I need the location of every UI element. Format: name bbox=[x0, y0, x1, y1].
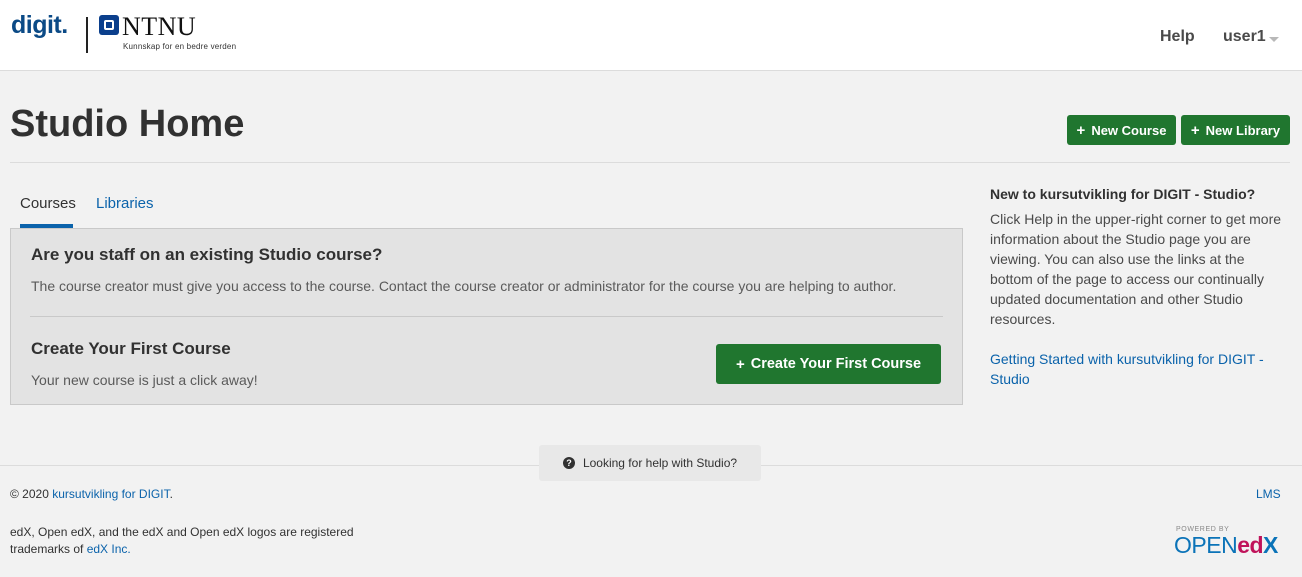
user-menu[interactable]: user1 bbox=[1223, 28, 1266, 46]
site-link[interactable]: kursutvikling for DIGIT bbox=[52, 487, 169, 501]
help-link[interactable]: Help bbox=[1160, 28, 1195, 46]
question-circle-icon: ? bbox=[562, 457, 575, 469]
tab-courses[interactable]: Courses bbox=[20, 195, 76, 212]
new-library-label: New Library bbox=[1205, 122, 1281, 138]
staff-text: The course creator must give you access … bbox=[31, 278, 897, 294]
copyright: © 2020 kursutvikling for DIGIT. bbox=[10, 487, 173, 501]
create-first-course-label: Create Your First Course bbox=[750, 356, 922, 372]
staff-heading: Are you staff on an existing Studio cour… bbox=[31, 245, 383, 264]
sidebar-text: Click Help in the upper-right corner to … bbox=[990, 211, 1282, 327]
site-header: digit. NTNU Kunnskap for en bedre verden… bbox=[0, 0, 1302, 71]
new-library-button[interactable]: + New Library bbox=[1181, 115, 1290, 145]
ntnu-tagline: Kunnskap for en bedre verden bbox=[123, 42, 237, 51]
title-divider bbox=[10, 162, 1290, 163]
openedx-open: OPEN bbox=[1174, 532, 1238, 558]
tab-libraries[interactable]: Libraries bbox=[96, 195, 154, 212]
help-toggle[interactable]: ? Looking for help with Studio? bbox=[539, 445, 761, 481]
courses-panel: Are you staff on an existing Studio cour… bbox=[10, 228, 963, 405]
lms-link[interactable]: LMS bbox=[1256, 487, 1281, 501]
edx-link[interactable]: edX Inc. bbox=[87, 542, 131, 556]
logo-divider bbox=[86, 17, 88, 53]
create-text: Your new course is just a click away! bbox=[31, 372, 258, 388]
ntnu-logo-text: NTNU bbox=[122, 12, 197, 41]
ntnu-logo-icon bbox=[99, 15, 119, 35]
copyright-suffix: . bbox=[169, 487, 173, 501]
openedx-logo[interactable]: OPENedX bbox=[1174, 532, 1278, 559]
new-course-button[interactable]: + New Course bbox=[1067, 115, 1176, 145]
help-toggle-label: Looking for help with Studio? bbox=[582, 456, 738, 470]
chevron-down-icon[interactable] bbox=[1269, 37, 1279, 42]
sidebar-title: New to kursutvikling for DIGIT - Studio? bbox=[990, 186, 1256, 202]
plus-icon: + bbox=[1190, 121, 1200, 139]
trademark-text: edX, Open edX, and the edX and Open edX … bbox=[10, 525, 354, 556]
plus-icon: + bbox=[735, 355, 745, 373]
trademark-notice: edX, Open edX, and the edX and Open edX … bbox=[10, 524, 390, 558]
plus-icon: + bbox=[1076, 121, 1086, 139]
new-course-label: New Course bbox=[1091, 122, 1167, 138]
create-heading: Create Your First Course bbox=[31, 339, 231, 358]
getting-started-link[interactable]: Getting Started with kursutvikling for D… bbox=[990, 349, 1290, 389]
page-title: Studio Home bbox=[10, 103, 245, 145]
openedx-ed: ed bbox=[1237, 532, 1264, 558]
copyright-prefix: © 2020 bbox=[10, 487, 53, 501]
digit-logo[interactable]: digit. bbox=[11, 11, 68, 40]
openedx-x: X bbox=[1263, 532, 1278, 558]
panel-divider bbox=[30, 316, 943, 317]
create-first-course-button[interactable]: + Create Your First Course bbox=[716, 344, 941, 384]
